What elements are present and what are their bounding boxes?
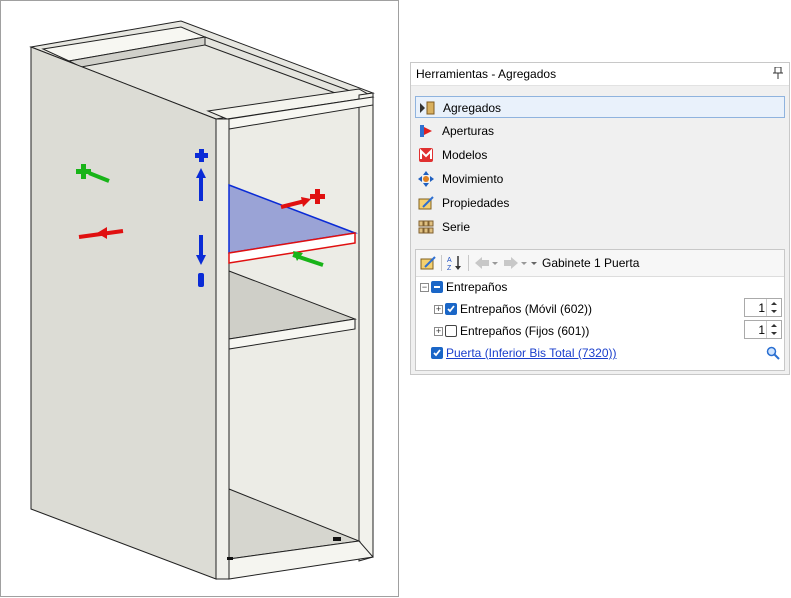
serie-icon <box>418 220 434 234</box>
back-arrow-icon[interactable] <box>474 255 490 271</box>
agregados-icon <box>420 101 435 115</box>
tree-item-entrepanos-fijos[interactable]: + Entrepaños (Fijos (601)) 1 <box>416 320 784 341</box>
panel-header: Herramientas - Agregados <box>411 63 789 86</box>
nav-item-aperturas[interactable]: Aperturas <box>415 120 785 142</box>
quantity-stepper[interactable]: 1 <box>744 320 782 339</box>
3d-viewport[interactable] <box>0 0 399 597</box>
tree-group-entrepanos[interactable]: − Entrepaños <box>416 279 784 297</box>
nav-item-serie[interactable]: Serie <box>415 216 785 238</box>
pin-icon[interactable] <box>773 67 783 79</box>
svg-text:Z: Z <box>447 265 452 271</box>
stepper-arrows-icon[interactable] <box>766 321 781 338</box>
group-checkbox[interactable] <box>431 281 443 293</box>
chevron-down-icon[interactable] <box>491 255 499 271</box>
expand-toggle[interactable]: + <box>434 327 443 336</box>
chevron-down-icon[interactable] <box>520 255 528 271</box>
tree-toolbar: A Z Gabinete 1 Puerta <box>416 250 784 277</box>
tools-panel: Herramientas - Agregados Agregados Apert… <box>410 62 790 375</box>
movimiento-icon <box>418 171 434 187</box>
item-checkbox[interactable] <box>431 347 443 359</box>
quantity-stepper[interactable]: 1 <box>744 298 782 317</box>
expand-toggle[interactable]: + <box>434 305 443 314</box>
stepper-arrows-icon[interactable] <box>766 299 781 316</box>
aperturas-icon <box>420 125 432 137</box>
svg-text:A: A <box>447 257 452 264</box>
nav-item-modelos[interactable]: Modelos <box>415 144 785 166</box>
propiedades-icon <box>418 196 434 210</box>
agregados-tree-panel: A Z Gabinete 1 Puerta − Entrepaños + Ent… <box>415 249 785 371</box>
nav-item-movimiento[interactable]: Movimiento <box>415 168 785 190</box>
sort-az-icon[interactable]: A Z <box>447 255 463 271</box>
panel-title: Herramientas - Agregados <box>416 67 557 81</box>
forward-arrow-icon[interactable] <box>503 255 519 271</box>
modelos-icon <box>419 148 433 162</box>
search-icon[interactable] <box>766 346 780 360</box>
chevron-down-icon[interactable] <box>530 255 538 271</box>
properties-icon[interactable] <box>420 255 436 271</box>
breadcrumb[interactable]: Gabinete 1 Puerta <box>542 256 639 270</box>
item-checkbox[interactable] <box>445 325 457 337</box>
nav-item-propiedades[interactable]: Propiedades <box>415 192 785 214</box>
puerta-link[interactable]: Puerta (Inferior Bis Total (7320)) <box>446 346 617 360</box>
item-checkbox[interactable] <box>445 303 457 315</box>
collapse-toggle[interactable]: − <box>420 283 429 292</box>
tree-item-entrepanos-movil[interactable]: + Entrepaños (Móvil (602)) 1 <box>416 298 784 319</box>
nav-item-agregados[interactable]: Agregados <box>415 96 785 118</box>
tree-item-puerta[interactable]: Puerta (Inferior Bis Total (7320)) <box>416 345 784 363</box>
group-label: Entrepaños <box>446 280 508 294</box>
cabinet-model[interactable] <box>1 1 400 598</box>
